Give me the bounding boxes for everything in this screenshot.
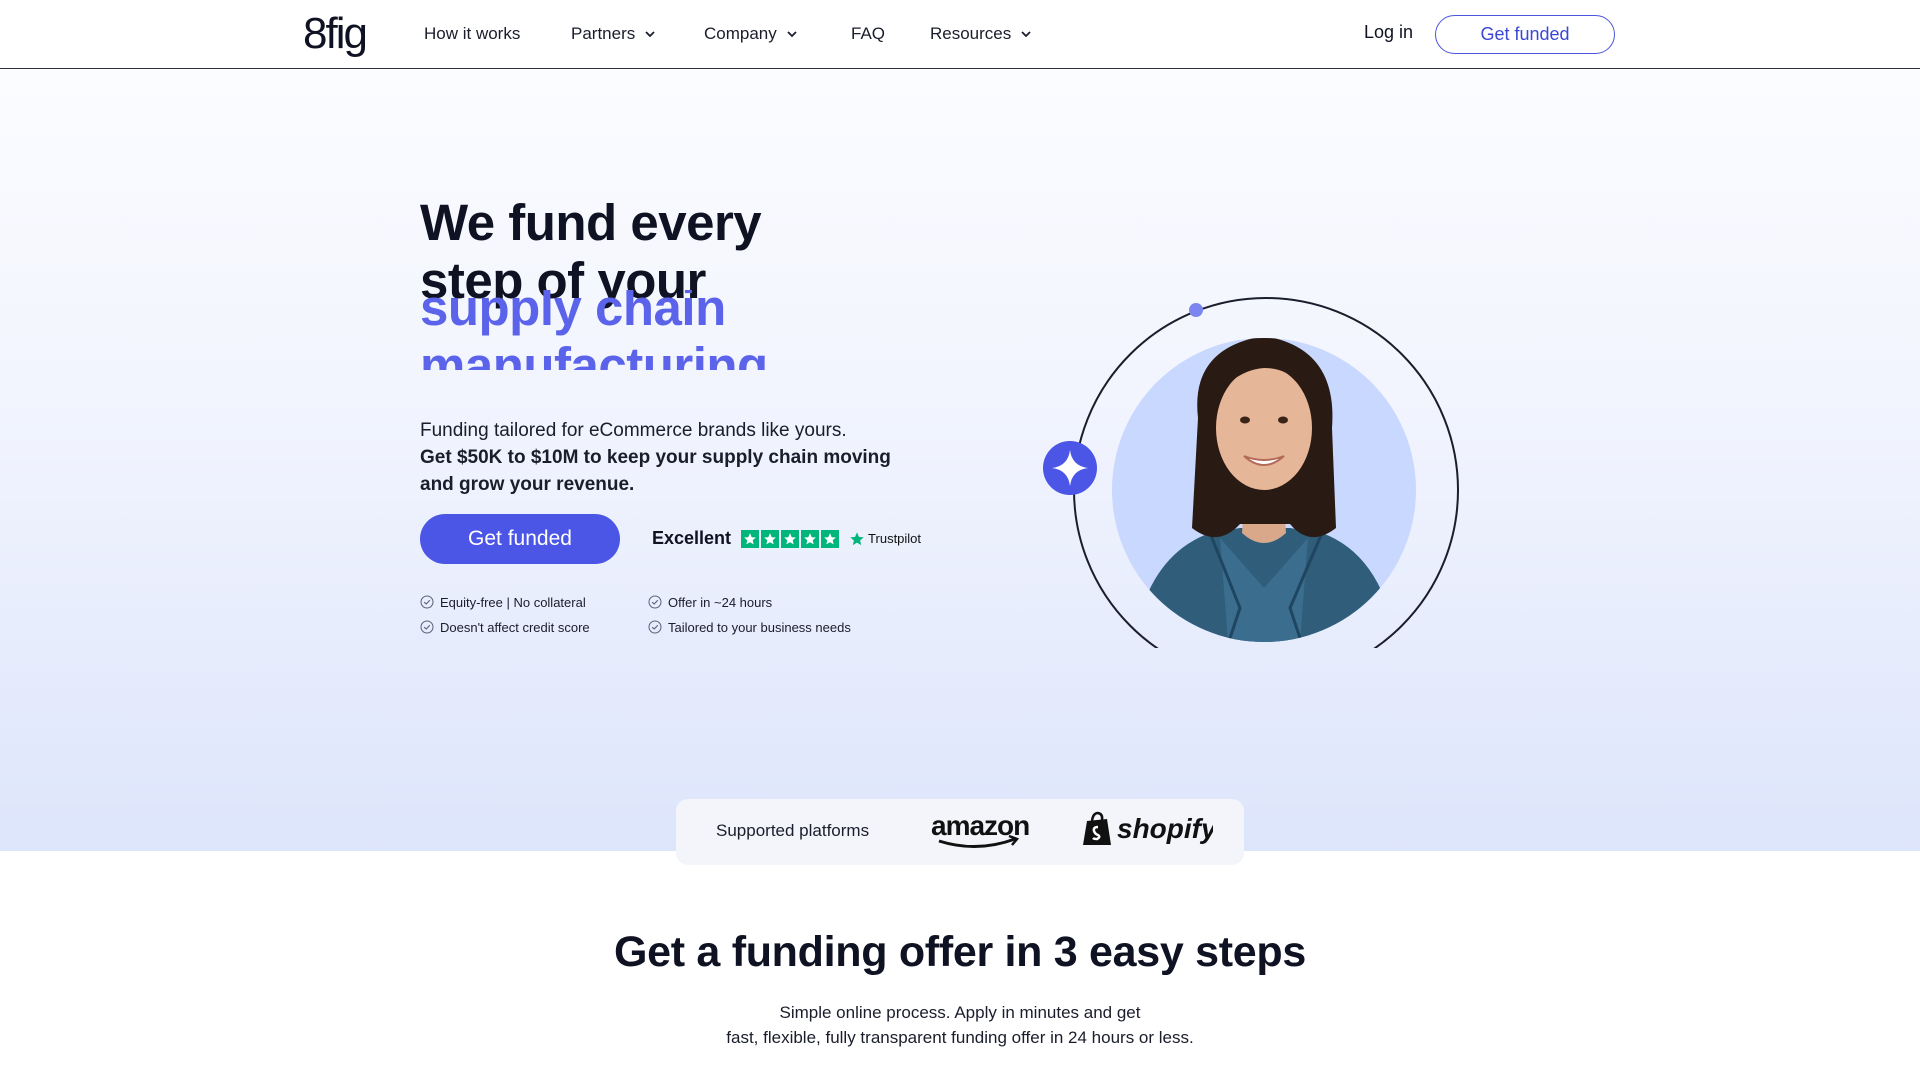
benefit-text: Tailored to your business needs — [668, 619, 851, 635]
benefits-list: Equity-free | No collateral Offer in ~24… — [420, 594, 880, 635]
supported-platforms-card: Supported platforms amazon shopify — [676, 799, 1244, 865]
trustpilot-stars — [741, 529, 840, 548]
shopify-wordmark: shopify — [1117, 813, 1213, 844]
benefit-item: Doesn't affect credit score — [420, 619, 648, 635]
trustpilot-brand: Trustpilot — [868, 531, 922, 546]
trustpilot-rating-label: Excellent — [652, 528, 732, 548]
subtitle-bold: Get $50K to $10M to keep your supply cha… — [420, 447, 891, 495]
check-circle-icon — [420, 595, 434, 609]
rotating-word: manufacturing — [420, 337, 768, 371]
hero-subtitle: Funding tailored for eCommerce brands li… — [420, 417, 900, 498]
nav-label: How it works — [424, 24, 521, 43]
hero-get-funded-button[interactable]: Get funded — [420, 514, 620, 564]
hero-portrait-image — [1043, 297, 1459, 648]
steps-subtitle-line: fast, flexible, fully transparent fundin… — [726, 1028, 1194, 1047]
nav-label: Partners — [571, 24, 636, 43]
steps-title: Get a funding offer in 3 easy steps — [614, 928, 1306, 976]
subtitle-line: Funding tailored for eCommerce brands li… — [420, 420, 847, 441]
nav-label: Company — [704, 24, 777, 43]
benefit-item: Tailored to your business needs — [648, 619, 876, 635]
chevron-down-icon — [1021, 31, 1031, 38]
trustpilot-logo: Trustpilot — [849, 531, 921, 547]
chevron-down-icon — [645, 31, 655, 38]
check-circle-icon — [420, 620, 434, 634]
hero-section: We fund every step of your supply chain … — [0, 70, 1920, 865]
svg-text:shopify: shopify — [1117, 813, 1213, 844]
logo-8fig[interactable]: 8fig — [303, 8, 368, 60]
star-icon — [801, 529, 820, 548]
login-link[interactable]: Log in — [1364, 22, 1413, 43]
nav-faq[interactable]: FAQ — [851, 22, 885, 46]
nav-get-funded-button[interactable]: Get funded — [1435, 15, 1615, 54]
shopify-logo: shopify — [1081, 811, 1213, 847]
platforms-label: Supported platforms — [716, 821, 870, 840]
benefit-text: Offer in ~24 hours — [668, 594, 773, 610]
nav-how-it-works[interactable]: How it works — [424, 22, 520, 46]
steps-subtitle-line: Simple online process. Apply in minutes … — [779, 1003, 1141, 1022]
shopify-bag-icon — [1083, 811, 1111, 845]
trustpilot-widget[interactable]: Excellent Trustpilot — [652, 528, 921, 549]
star-icon — [741, 529, 760, 548]
nav-company[interactable]: Company — [704, 22, 799, 46]
nav-partners[interactable]: Partners — [571, 22, 657, 46]
top-navbar: 8fig How it works Partners Company FAQ R… — [0, 0, 1920, 69]
benefit-text: Equity-free | No collateral — [440, 594, 586, 610]
star-icon — [821, 529, 840, 548]
rotating-word: supply chain — [420, 290, 726, 336]
benefit-item: Offer in ~24 hours — [648, 594, 876, 610]
nav-label: FAQ — [851, 24, 886, 43]
benefit-item: Equity-free | No collateral — [420, 594, 648, 610]
star-icon — [781, 529, 800, 548]
check-circle-icon — [648, 595, 662, 609]
chevron-down-icon — [787, 31, 797, 38]
nav-label: Resources — [930, 24, 1012, 43]
svg-text:amazon: amazon — [931, 811, 1029, 841]
rotating-words: supply chain manufacturing — [420, 290, 840, 370]
check-circle-icon — [648, 620, 662, 634]
trustpilot-star-icon — [850, 531, 864, 545]
star-icon — [761, 529, 780, 548]
nav-resources[interactable]: Resources — [930, 22, 1033, 46]
steps-subtitle: Simple online process. Apply in minutes … — [0, 1000, 1920, 1050]
benefit-text: Doesn't affect credit score — [440, 619, 590, 635]
headline-line-1: We fund every — [420, 194, 762, 251]
amazon-logo: amazon — [931, 811, 1029, 849]
